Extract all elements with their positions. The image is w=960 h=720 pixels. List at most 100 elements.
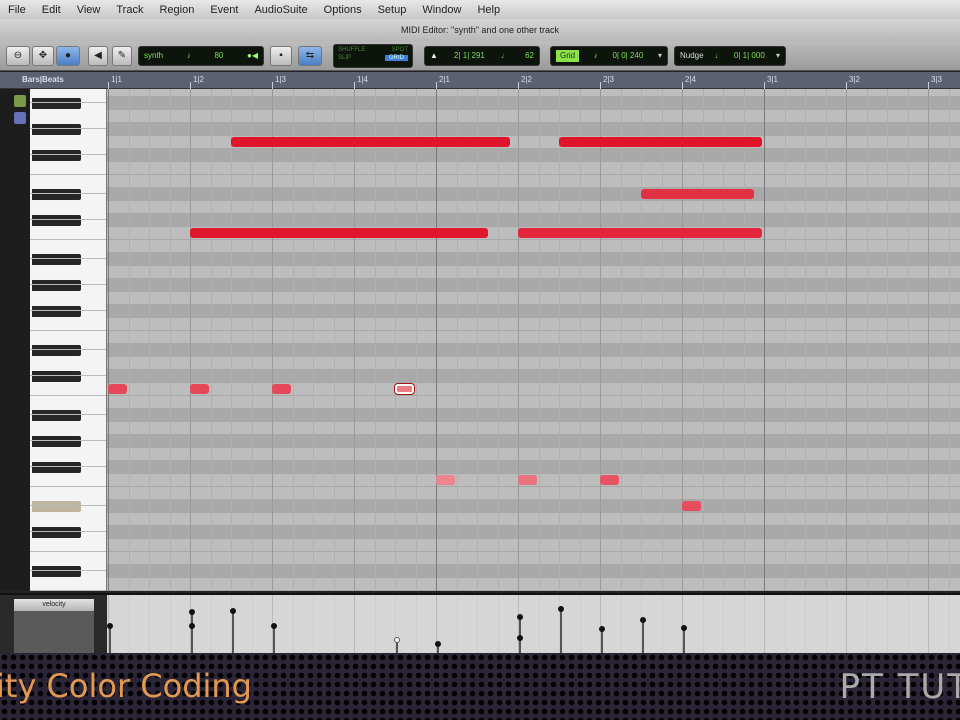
midi-note[interactable] bbox=[518, 475, 537, 485]
velocity-stalk[interactable] bbox=[599, 625, 605, 655]
pitch-row bbox=[107, 148, 960, 162]
velocity-stalk[interactable] bbox=[640, 616, 646, 655]
midi-note[interactable] bbox=[108, 384, 127, 394]
black-key[interactable] bbox=[32, 123, 81, 135]
black-key[interactable] bbox=[32, 253, 81, 265]
menu-setup[interactable]: Setup bbox=[370, 4, 415, 16]
link-button[interactable]: ● bbox=[56, 46, 80, 66]
midi-note[interactable] bbox=[190, 228, 489, 238]
black-key[interactable] bbox=[32, 344, 81, 356]
velocity-handle[interactable] bbox=[189, 623, 195, 630]
pitch-row bbox=[107, 239, 960, 253]
velocity-stalk[interactable] bbox=[558, 606, 564, 655]
pencil-tool-icon[interactable]: ✎ bbox=[112, 46, 132, 66]
black-key[interactable] bbox=[32, 526, 81, 538]
midi-note[interactable] bbox=[518, 228, 762, 238]
speaker-icon[interactable]: ◀ bbox=[88, 46, 108, 66]
black-key[interactable] bbox=[32, 409, 81, 421]
velocity-handle[interactable] bbox=[271, 623, 277, 630]
menu-options[interactable]: Options bbox=[316, 4, 370, 16]
black-key[interactable] bbox=[32, 370, 81, 382]
black-key[interactable] bbox=[32, 214, 81, 226]
menu-help[interactable]: Help bbox=[469, 4, 508, 16]
menu-edit[interactable]: Edit bbox=[34, 4, 69, 16]
black-key[interactable] bbox=[32, 149, 81, 161]
pitch-row bbox=[107, 564, 960, 578]
black-key[interactable] bbox=[32, 461, 81, 473]
velocity-stalk[interactable] bbox=[107, 623, 113, 655]
mute-button[interactable]: ▪ bbox=[270, 46, 292, 66]
track-lcd[interactable]: synth ♪ 80 ●◀ bbox=[138, 46, 264, 66]
nudge-lcd[interactable]: Nudge ♩ 0| 1| 000 ▾ bbox=[674, 46, 786, 66]
grid-toggle[interactable]: Grid bbox=[556, 50, 580, 62]
mirror-button[interactable]: ✥ bbox=[32, 46, 54, 66]
velocity-handle[interactable] bbox=[517, 613, 523, 620]
menu-file[interactable]: File bbox=[0, 4, 34, 16]
grid-line bbox=[477, 595, 478, 655]
grid-line bbox=[948, 89, 950, 591]
grid-line bbox=[846, 89, 847, 591]
velocity-handle[interactable] bbox=[599, 625, 605, 632]
white-key-edge bbox=[30, 440, 106, 441]
mode-shuffle[interactable]: SHUFFLE bbox=[338, 47, 365, 53]
velocity-stalk[interactable] bbox=[230, 608, 236, 655]
grid-line bbox=[415, 89, 417, 591]
velocity-handle[interactable] bbox=[435, 640, 441, 647]
black-key[interactable] bbox=[32, 279, 81, 291]
track-color-blue[interactable] bbox=[14, 112, 26, 124]
ruler-tick-mark bbox=[928, 82, 929, 89]
black-key[interactable] bbox=[32, 565, 81, 577]
grid-line bbox=[743, 595, 745, 655]
black-key[interactable] bbox=[32, 305, 81, 317]
menu-region[interactable]: Region bbox=[151, 4, 202, 16]
menu-view[interactable]: View bbox=[69, 4, 109, 16]
lane-selector[interactable]: velocity bbox=[14, 599, 94, 611]
velocity-handle[interactable] bbox=[189, 609, 195, 616]
velocity-stalk[interactable] bbox=[681, 624, 687, 655]
grid-lcd[interactable]: Grid ♪ 0| 0| 240 ▾ bbox=[550, 46, 668, 66]
black-key[interactable] bbox=[32, 500, 81, 512]
zoom-toggle-button[interactable]: ⊖ bbox=[6, 46, 30, 66]
edit-mode-lcd[interactable]: SHUFFLE SPOT SLIP GRID bbox=[333, 44, 413, 68]
velocity-handle[interactable] bbox=[107, 623, 113, 630]
menu-track[interactable]: Track bbox=[108, 4, 151, 16]
velocity-grid[interactable] bbox=[107, 595, 960, 655]
velocity-handle[interactable] bbox=[681, 624, 687, 631]
midi-note[interactable] bbox=[436, 475, 455, 485]
velocity-handle[interactable] bbox=[230, 608, 236, 615]
pitch-row bbox=[107, 291, 960, 305]
black-key[interactable] bbox=[32, 188, 81, 200]
midi-note-selected[interactable] bbox=[395, 384, 414, 394]
mode-grid[interactable]: GRID bbox=[385, 55, 408, 61]
black-key[interactable] bbox=[32, 435, 81, 447]
menu-event[interactable]: Event bbox=[202, 4, 246, 16]
menu-audiosuite[interactable]: AudioSuite bbox=[246, 4, 315, 16]
view-button[interactable]: ⇆ bbox=[298, 46, 322, 66]
velocity-stalk[interactable] bbox=[189, 623, 195, 655]
midi-note[interactable] bbox=[559, 137, 762, 147]
velocity-handle[interactable] bbox=[394, 636, 400, 643]
grid-line bbox=[907, 595, 909, 655]
velocity-stalk[interactable] bbox=[271, 623, 277, 655]
grid-line bbox=[661, 89, 663, 591]
midi-note[interactable] bbox=[231, 137, 511, 147]
midi-note[interactable] bbox=[272, 384, 291, 394]
timeline-ruler[interactable]: Bars|Beats 1|1 1|2 1|3 1|4 2|1 2|2 2|3 2|4 3|1 3|… bbox=[0, 72, 960, 89]
white-key-edge bbox=[30, 531, 106, 532]
pitch-row bbox=[107, 356, 960, 370]
midi-note[interactable] bbox=[641, 189, 754, 199]
mode-slip[interactable]: SLIP bbox=[338, 55, 351, 61]
menu-window[interactable]: Window bbox=[414, 4, 469, 16]
velocity-handle[interactable] bbox=[558, 606, 564, 613]
midi-note[interactable] bbox=[190, 384, 209, 394]
midi-note[interactable] bbox=[682, 501, 701, 511]
grid-line bbox=[313, 595, 314, 655]
velocity-handle[interactable] bbox=[640, 616, 646, 623]
track-color-green[interactable] bbox=[14, 95, 26, 107]
piano-keyboard[interactable] bbox=[30, 89, 107, 591]
midi-note[interactable] bbox=[600, 475, 619, 485]
mode-spot[interactable]: SPOT bbox=[392, 47, 408, 53]
velocity-handle[interactable] bbox=[517, 635, 523, 642]
note-grid[interactable] bbox=[107, 89, 960, 591]
black-key[interactable] bbox=[32, 97, 81, 109]
